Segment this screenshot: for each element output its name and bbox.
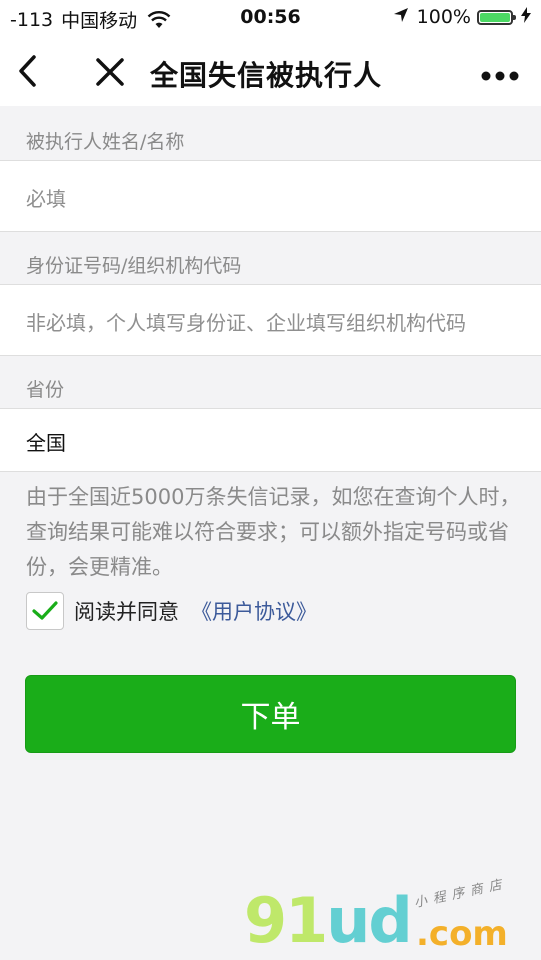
watermark-tagline: 小程序商店 <box>412 876 509 911</box>
status-bar: -113 中国移动 00:56 100% <box>0 0 541 36</box>
notice-text: 由于全国近5000万条失信记录，如您在查询个人时，查询结果可能难以符合要求；可以… <box>26 485 521 579</box>
province-value: 全国 <box>26 431 66 455</box>
order-button[interactable]: 下单 <box>25 675 516 753</box>
id-label: 身份证号码/组织机构代码 <box>26 255 242 277</box>
checkmark-icon <box>32 601 58 620</box>
battery-icon <box>477 9 516 25</box>
close-icon <box>96 58 124 86</box>
name-field[interactable]: 必填 <box>0 160 541 232</box>
more-icon <box>481 71 519 81</box>
name-label: 被执行人姓名/名称 <box>26 131 185 153</box>
agree-checkbox[interactable] <box>26 592 64 630</box>
close-button[interactable] <box>94 56 126 88</box>
page-title: 全国失信被执行人 <box>150 59 383 92</box>
status-right: 100% <box>393 6 531 28</box>
nav-bar: 全国失信被执行人 <box>0 36 541 106</box>
user-agreement-link[interactable]: 《用户协议》 <box>191 596 317 626</box>
id-input-placeholder: 非必填，个人填写身份证、企业填写组织机构代码 <box>26 311 466 335</box>
site-watermark: 91ud 小程序商店 .com <box>244 877 534 957</box>
watermark-part2: ud <box>326 884 413 957</box>
watermark-logo: 91ud <box>244 884 413 957</box>
id-field[interactable]: 非必填，个人填写身份证、企业填写组织机构代码 <box>0 284 541 356</box>
charging-icon <box>521 6 531 28</box>
battery-fill <box>480 12 510 22</box>
agree-text: 阅读并同意 <box>74 600 179 624</box>
back-button[interactable] <box>14 54 44 88</box>
province-select[interactable]: 全国 <box>0 408 541 472</box>
province-label: 省份 <box>26 379 65 401</box>
name-input-placeholder: 必填 <box>26 187 66 211</box>
agreement-row: 阅读并同意 《用户协议》 <box>26 592 317 630</box>
location-arrow-icon <box>393 6 409 28</box>
chevron-left-icon <box>19 55 36 87</box>
more-button[interactable] <box>481 66 519 81</box>
watermark-part1: 91 <box>244 884 328 957</box>
battery-percent: 100% <box>416 6 471 28</box>
watermark-suffix: .com <box>416 914 508 954</box>
